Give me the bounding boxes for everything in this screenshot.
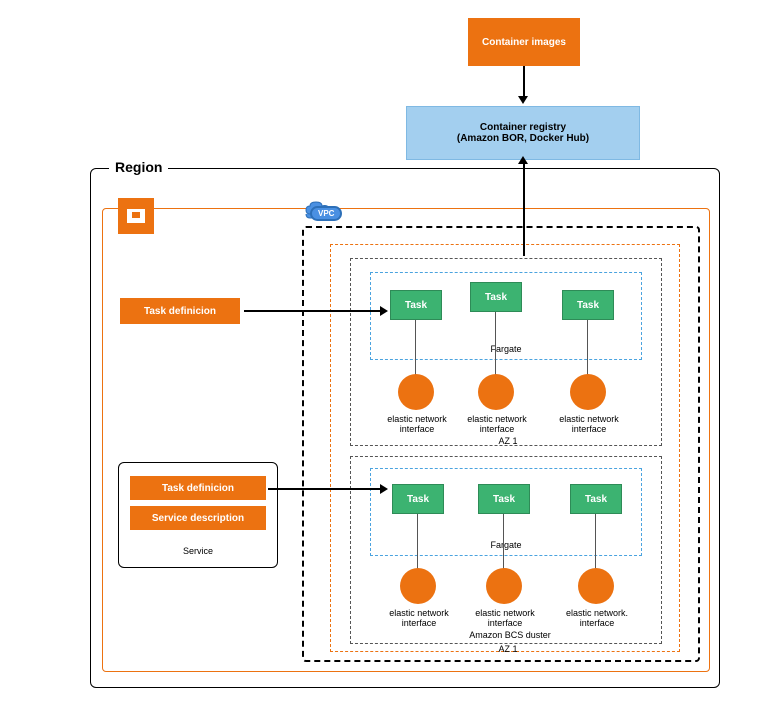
az2-line-1 [503, 514, 504, 569]
container-registry-box: Container registry (Amazon BOR, Docker H… [406, 106, 640, 160]
az2-task-0: Task [392, 484, 444, 514]
az1-task-2-label: Task [577, 300, 599, 311]
az1-eni-label-0: elastic network interface [382, 414, 452, 434]
az2-line-2 [595, 514, 596, 569]
az1-task-2: Task [562, 290, 614, 320]
container-images-label: Container images [482, 37, 566, 48]
az2-eni-circle-0 [400, 568, 436, 604]
service-label: Service [168, 546, 228, 556]
service-task-def-label: Task definicion [162, 483, 234, 494]
service-description: Service description [130, 506, 266, 530]
az2-task-0-label: Task [407, 494, 429, 505]
az2-task-2: Task [570, 484, 622, 514]
ecs-icon [118, 198, 154, 234]
arrow-images-to-registry [523, 66, 525, 98]
vpc-badge: VPC [310, 206, 342, 221]
region-title: Region [109, 159, 168, 175]
az1-fargate-label: Fargate [476, 344, 536, 354]
arrow-head-down-1 [518, 96, 528, 104]
az2-cluster-label: Amazon BCS duster [460, 630, 560, 640]
az1-line-1 [495, 312, 496, 375]
az1-line-0 [415, 320, 416, 375]
az1-line-2 [587, 320, 588, 375]
az2-eni-label-2: elastic network. interface [562, 608, 632, 628]
az2-fargate-label: Fargate [476, 540, 536, 550]
registry-title: Container registry [480, 122, 566, 133]
az2-task-2-label: Task [585, 494, 607, 505]
az1-eni-circle-1 [478, 374, 514, 410]
az1-task-0: Task [390, 290, 442, 320]
arrow-head-r-2 [380, 484, 388, 494]
arrow-service [268, 488, 382, 490]
arrow-taskdef1 [244, 310, 382, 312]
az2-label: AZ 1 [488, 644, 528, 654]
az2-eni-circle-1 [486, 568, 522, 604]
arrow-head-up-1 [518, 156, 528, 164]
service-desc-label: Service description [152, 513, 244, 524]
task-definition-1: Task definicion [120, 298, 240, 324]
az2-eni-label-1: elastic network interface [470, 608, 540, 628]
az1-eni-label-1: elastic network interface [462, 414, 532, 434]
service-task-def: Task definicion [130, 476, 266, 500]
vpc-cloud-wrapper: VPC [300, 196, 342, 229]
az1-eni-circle-0 [398, 374, 434, 410]
az2-line-0 [417, 514, 418, 569]
registry-subtitle: (Amazon BOR, Docker Hub) [457, 133, 589, 144]
az2-task-1-label: Task [493, 494, 515, 505]
az1-eni-label-2: elastic network interface [554, 414, 624, 434]
arrow-head-r-1 [380, 306, 388, 316]
az1-label: AZ 1 [488, 436, 528, 446]
az1-task-1-label: Task [485, 292, 507, 303]
container-images-box: Container images [468, 18, 580, 66]
az2-eni-label-0: elastic network interface [384, 608, 454, 628]
az2-eni-circle-2 [578, 568, 614, 604]
az1-eni-circle-2 [570, 374, 606, 410]
az1-task-0-label: Task [405, 300, 427, 311]
az2-task-1: Task [478, 484, 530, 514]
arrow-up-az1 [523, 162, 525, 256]
az1-task-1: Task [470, 282, 522, 312]
task-def-1-label: Task definicion [144, 306, 216, 317]
